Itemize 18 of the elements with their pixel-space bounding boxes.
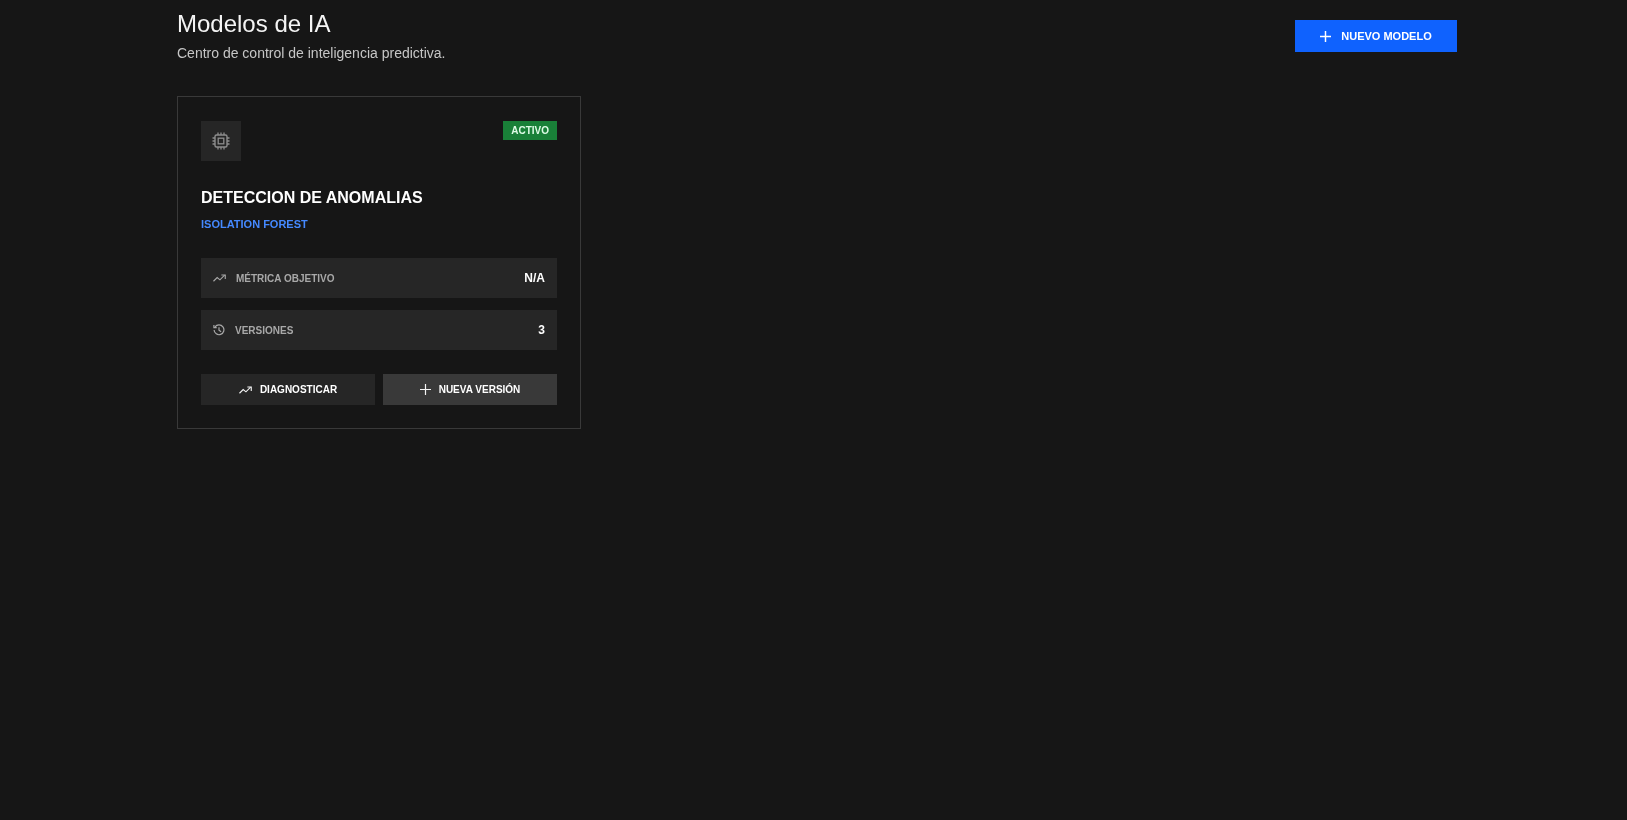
- chip-icon: [201, 121, 241, 161]
- status-badge: ACTIVO: [503, 121, 557, 140]
- metric-value: N/A: [524, 271, 545, 285]
- plus-icon: [1320, 30, 1332, 42]
- new-model-button[interactable]: NUEVO MODELO: [1295, 20, 1457, 52]
- model-title: DETECCION DE ANOMALIAS: [201, 188, 424, 208]
- metric-label: VERSIONES: [235, 324, 294, 336]
- new-version-button[interactable]: NUEVA VERSIÓN: [383, 374, 557, 405]
- page-subtitle: Centro de control de inteligencia predictiva.: [177, 44, 446, 63]
- plus-icon: [419, 384, 431, 395]
- history-icon: [213, 324, 225, 336]
- metric-label: MÉTRICA OBJETIVO: [236, 272, 335, 284]
- trend-up-icon: [213, 274, 226, 282]
- diagnose-button[interactable]: DIAGNOSTICAR: [201, 374, 375, 405]
- page-title: Modelos de IA: [177, 9, 332, 39]
- algorithm-label: ISOLATION FOREST: [201, 217, 309, 232]
- metric-value: 3: [538, 323, 545, 337]
- trend-up-icon: [238, 385, 252, 394]
